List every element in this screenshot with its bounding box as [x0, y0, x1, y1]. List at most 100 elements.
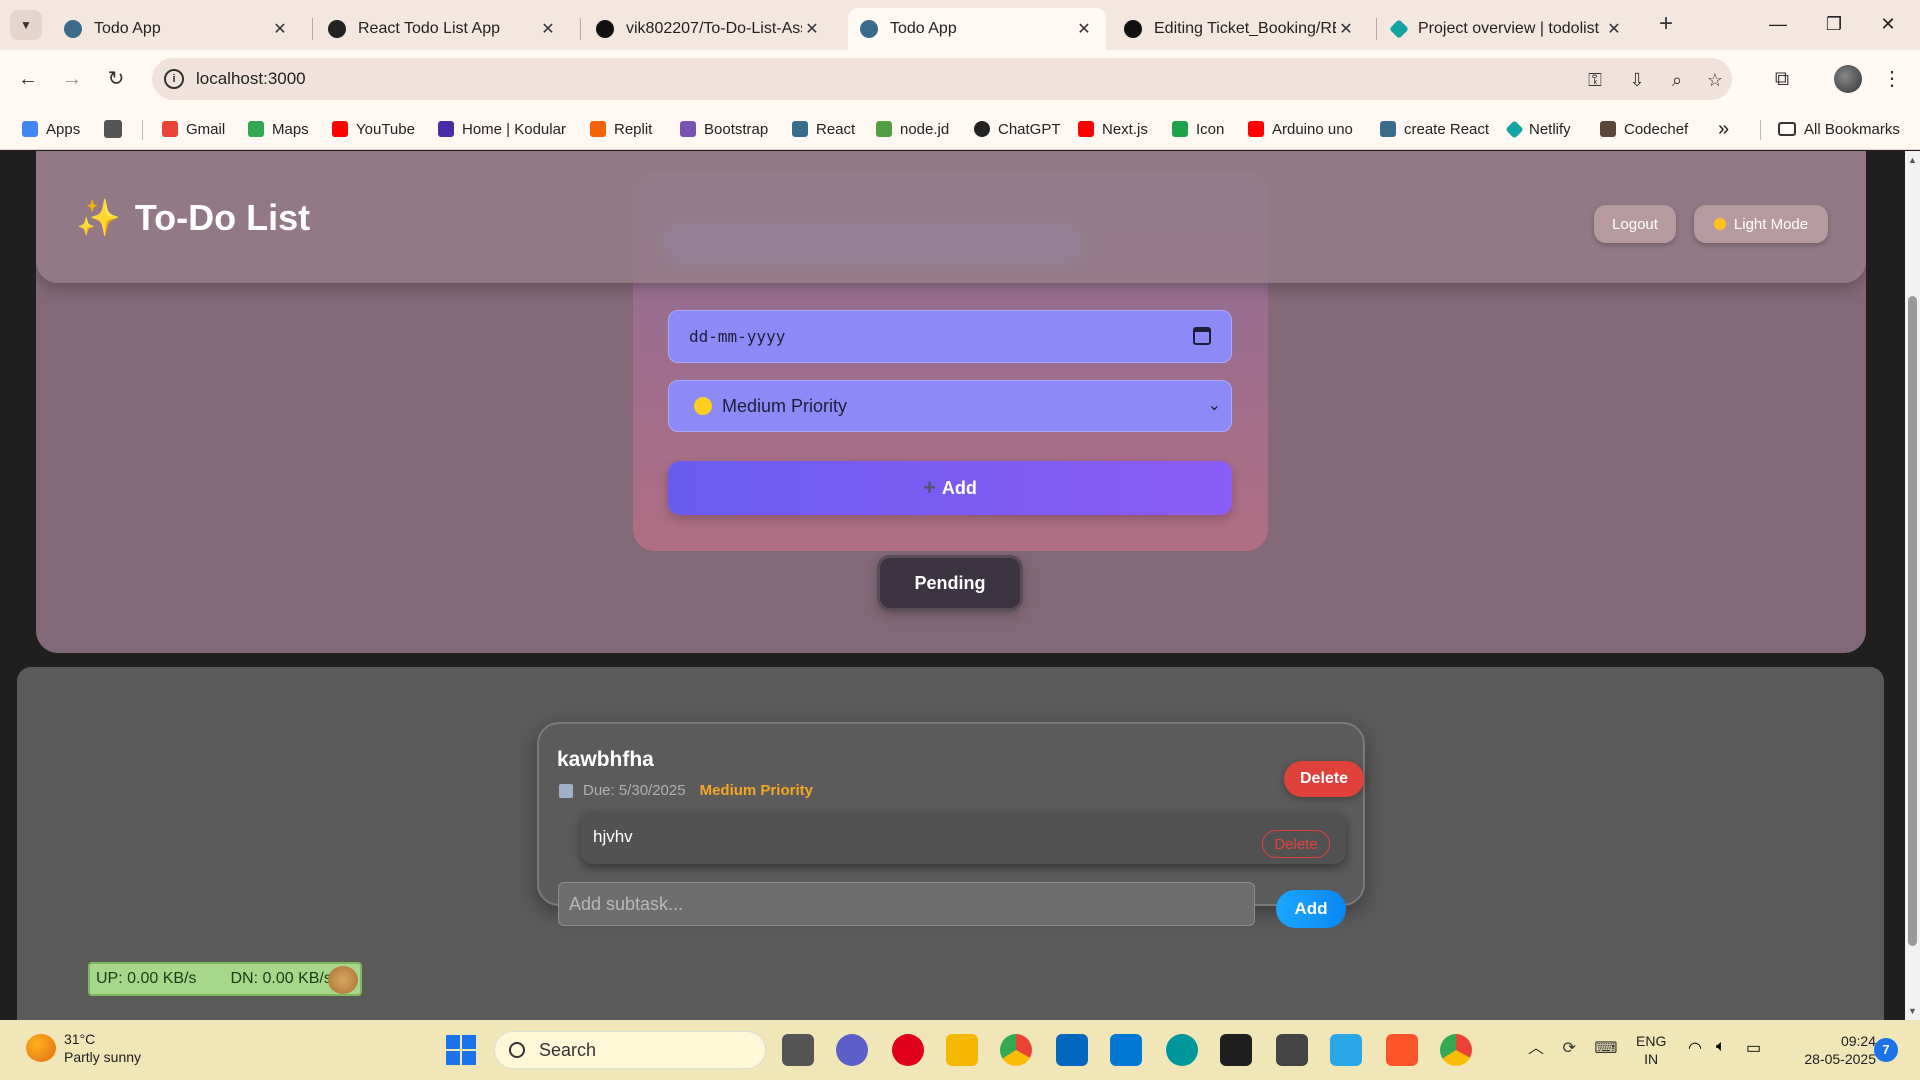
figma-icon[interactable]	[1220, 1034, 1252, 1066]
minimize-button[interactable]: —	[1758, 8, 1798, 40]
page-scrollbar[interactable]: ▲ ▼	[1905, 151, 1920, 1020]
tab-github-repo[interactable]: vik802207/To-Do-List-Assig ✕	[584, 8, 834, 50]
bookmark-star-icon[interactable]: ☆	[1702, 67, 1728, 93]
weather-widget[interactable]: 31°C Partly sunny	[26, 1030, 141, 1066]
system-tray[interactable]: ︿ ⟳ ⌨	[1528, 1034, 1617, 1058]
bookmark-chatgpt[interactable]: ChatGPT	[974, 116, 1061, 142]
bookmark-kodular[interactable]: Home | Kodular	[438, 116, 566, 142]
bookmark-label: YouTube	[356, 120, 415, 138]
scrollbar-thumb[interactable]	[1908, 296, 1917, 946]
new-tab-button[interactable]: +	[1652, 11, 1680, 39]
vscode-icon[interactable]	[1110, 1034, 1142, 1066]
volume-icon[interactable]: 🔈︎	[1716, 1038, 1726, 1056]
close-icon[interactable]: ✕	[538, 19, 558, 39]
bookmarks-overflow-button[interactable]: »	[1718, 116, 1729, 142]
tab-react-todo[interactable]: React Todo List App ✕	[316, 8, 570, 50]
netlify-icon	[1505, 119, 1524, 139]
calendar-icon[interactable]	[1193, 327, 1211, 345]
close-icon[interactable]: ✕	[1074, 19, 1094, 39]
tab-todo-app-1[interactable]: Todo App ✕	[52, 8, 302, 50]
keyboard-icon[interactable]: ⌨	[1594, 1040, 1617, 1057]
reload-button[interactable]: ↻	[100, 63, 132, 95]
delete-task-button[interactable]: Delete	[1284, 761, 1364, 797]
opera-icon[interactable]	[892, 1034, 924, 1066]
close-icon[interactable]: ✕	[1604, 19, 1624, 39]
subtask-input[interactable]	[558, 882, 1255, 926]
bookmark-replit[interactable]: Replit	[590, 116, 652, 142]
close-icon[interactable]: ✕	[802, 19, 822, 39]
password-key-icon[interactable]: ⚿	[1582, 67, 1608, 93]
file-explorer-icon[interactable]	[946, 1034, 978, 1066]
bookmark-apps[interactable]: Apps	[22, 116, 80, 142]
taskbar-search[interactable]: Search	[494, 1031, 766, 1069]
clock[interactable]: 09:24 28-05-2025	[1786, 1032, 1876, 1068]
bookmark-google-apps[interactable]	[104, 116, 130, 142]
bookmark-codechef[interactable]: Codechef	[1600, 116, 1688, 142]
zoom-icon[interactable]: ⌕	[1664, 67, 1690, 93]
url-text[interactable]: localhost:3000	[196, 69, 306, 89]
battery-icon[interactable]: ▭	[1746, 1038, 1761, 1058]
tab-search-button[interactable]: ▼	[10, 10, 42, 40]
back-button[interactable]: ←	[12, 63, 44, 95]
logout-button[interactable]: Logout	[1594, 205, 1676, 243]
all-bookmarks-button[interactable]: All Bookmarks	[1778, 116, 1900, 142]
brave-icon[interactable]	[1386, 1034, 1418, 1066]
add-task-button[interactable]: + Add	[668, 461, 1232, 515]
bookmark-maps[interactable]: Maps	[248, 116, 309, 142]
task-view-icon[interactable]	[782, 1034, 814, 1066]
wifi-icon[interactable]: ◠	[1688, 1038, 1702, 1058]
search-label: Search	[539, 1039, 597, 1060]
chrome-profile-icon[interactable]	[1440, 1034, 1472, 1066]
priority-selected-value: Medium Priority	[722, 395, 848, 416]
close-icon[interactable]: ✕	[270, 19, 290, 39]
extensions-icon[interactable]: ⧉	[1766, 63, 1798, 95]
add-subtask-button[interactable]: Add	[1276, 890, 1346, 928]
bookmark-icon[interactable]: Icon	[1172, 116, 1224, 142]
bookmark-netlify[interactable]: Netlify	[1505, 116, 1571, 142]
bookmark-nodejs[interactable]: node.jd	[876, 116, 949, 142]
bookmark-arduino[interactable]: Arduino uno	[1248, 116, 1353, 142]
tab-github-editing[interactable]: Editing Ticket_Booking/RE ✕	[1112, 8, 1368, 50]
forward-button[interactable]: →	[56, 63, 88, 95]
language-indicator[interactable]: ENG IN	[1636, 1032, 1666, 1068]
sync-icon[interactable]: ⟳	[1562, 1040, 1575, 1057]
tab-netlify-project[interactable]: Project overview | todolist ✕	[1380, 8, 1636, 50]
priority-select[interactable]: Medium Priority ⌄	[668, 380, 1232, 432]
scroll-down-icon[interactable]: ▼	[1908, 1006, 1917, 1016]
restore-button[interactable]: ❐	[1814, 8, 1854, 40]
windows-start-icon[interactable]	[446, 1035, 476, 1065]
chevron-up-icon[interactable]: ︿	[1528, 1040, 1544, 1057]
pending-filter-button[interactable]: Pending	[880, 558, 1020, 608]
theme-toggle-button[interactable]: Light Mode	[1694, 205, 1828, 243]
app-icon[interactable]	[1276, 1034, 1308, 1066]
scroll-up-icon[interactable]: ▲	[1908, 155, 1917, 165]
plus-icon: +	[923, 475, 936, 500]
bookmark-react[interactable]: React	[792, 116, 855, 142]
delete-subtask-button[interactable]: Delete	[1262, 830, 1330, 858]
tab-todo-app-active[interactable]: Todo App ✕	[848, 8, 1106, 50]
bookmark-youtube[interactable]: YouTube	[332, 116, 415, 142]
search-icon	[509, 1042, 525, 1058]
bookmark-gmail[interactable]: Gmail	[162, 116, 225, 142]
add-task-label: Add	[941, 477, 977, 498]
pinned-app-icon[interactable]	[1330, 1034, 1362, 1066]
yellow-circle-icon	[694, 397, 712, 415]
bookmark-create-react[interactable]: create React	[1380, 116, 1489, 142]
bookmark-bootstrap[interactable]: Bootstrap	[680, 116, 768, 142]
store-icon[interactable]	[1056, 1034, 1088, 1066]
task-due-date: Due: 5/30/2025	[583, 782, 686, 799]
react-icon	[792, 121, 808, 137]
install-app-icon[interactable]: ⇩	[1624, 67, 1650, 93]
profile-avatar[interactable]	[1834, 65, 1862, 93]
teams-icon[interactable]	[836, 1034, 868, 1066]
close-window-button[interactable]: ✕	[1868, 8, 1908, 40]
address-bar[interactable]: i localhost:3000 ⚿ ⇩ ⌕ ☆	[152, 58, 1732, 100]
site-info-icon[interactable]: i	[164, 69, 184, 89]
close-icon[interactable]: ✕	[1336, 19, 1356, 39]
chrome-icon[interactable]	[1000, 1034, 1032, 1066]
due-date-input[interactable]: dd-mm-yyyy	[668, 310, 1232, 363]
notification-badge[interactable]: 7	[1874, 1038, 1898, 1062]
bookmark-nextjs[interactable]: Next.js	[1078, 116, 1148, 142]
menu-kebab-icon[interactable]: ⋮	[1876, 63, 1908, 95]
arduino-icon[interactable]	[1166, 1034, 1198, 1066]
